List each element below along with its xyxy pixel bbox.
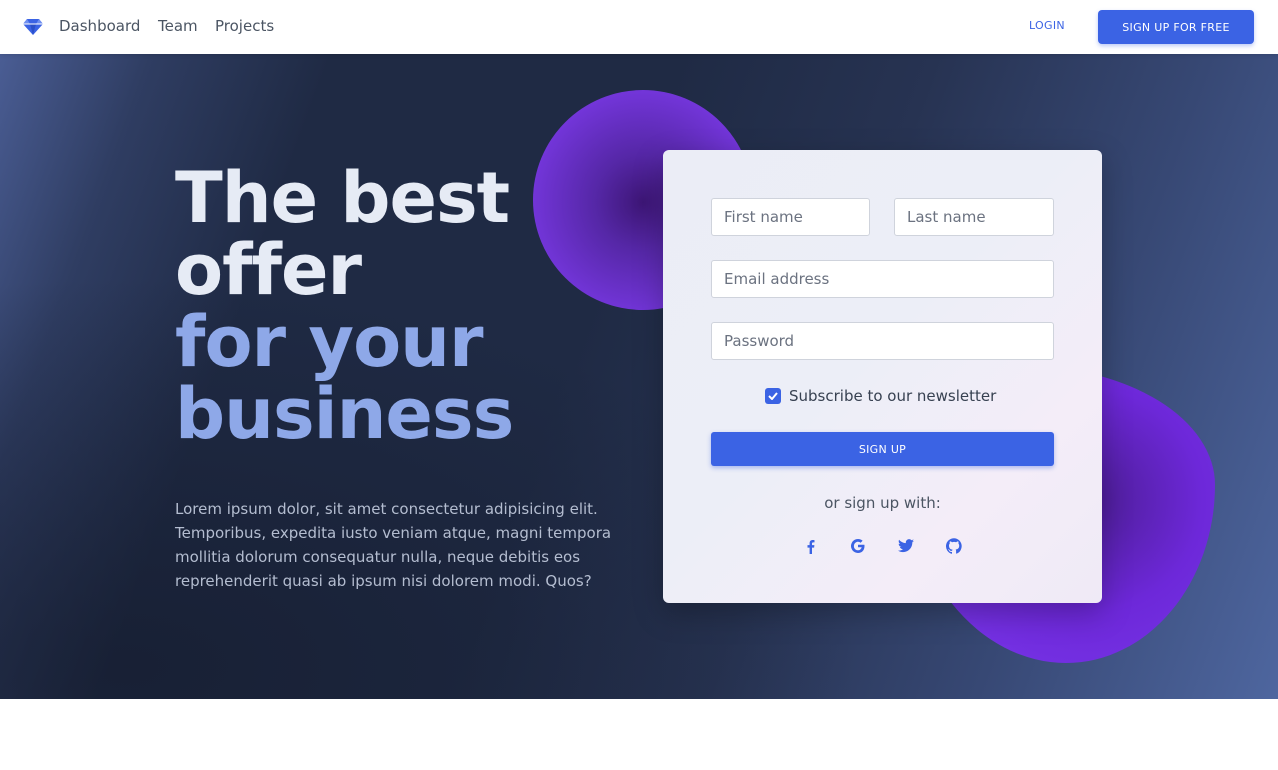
checkmark-icon (768, 392, 778, 400)
newsletter-label: Subscribe to our newsletter (789, 387, 997, 405)
twitter-icon[interactable] (898, 538, 914, 554)
first-name-input[interactable] (711, 198, 870, 236)
google-icon[interactable] (850, 538, 866, 554)
hero-section: The best offer for your business Lorem i… (0, 54, 1278, 699)
diamond-icon[interactable] (22, 15, 44, 37)
signup-card: Subscribe to our newsletter SIGN UP or s… (663, 150, 1102, 603)
nav-link-projects[interactable]: Projects (215, 15, 274, 37)
newsletter-checkbox[interactable] (765, 388, 781, 404)
sign-up-for-free-button[interactable]: SIGN UP FOR FREE (1098, 10, 1254, 44)
sign-up-button[interactable]: SIGN UP (711, 432, 1054, 466)
github-icon[interactable] (946, 538, 962, 554)
headline-line: offer (175, 229, 362, 311)
facebook-icon[interactable] (802, 538, 818, 554)
headline-line-accent: business (175, 373, 514, 455)
headline-line: The best (175, 157, 510, 239)
login-link[interactable]: LOGIN (1029, 18, 1065, 34)
last-name-input[interactable] (894, 198, 1054, 236)
hero-lead-text: Lorem ipsum dolor, sit amet consectetur … (175, 500, 612, 590)
nav-link-dashboard[interactable]: Dashboard (59, 15, 140, 37)
social-signup-text: or sign up with: (824, 494, 941, 512)
headline-line-accent: for your (175, 301, 484, 383)
nav-link-team[interactable]: Team (158, 15, 198, 37)
navbar: Dashboard Team Projects LOGIN SIGN UP FO… (0, 0, 1278, 54)
hero-headline: The best offer for your business (175, 157, 514, 455)
password-input[interactable] (711, 322, 1054, 360)
newsletter-row: Subscribe to our newsletter (765, 387, 996, 405)
email-input[interactable] (711, 260, 1054, 298)
